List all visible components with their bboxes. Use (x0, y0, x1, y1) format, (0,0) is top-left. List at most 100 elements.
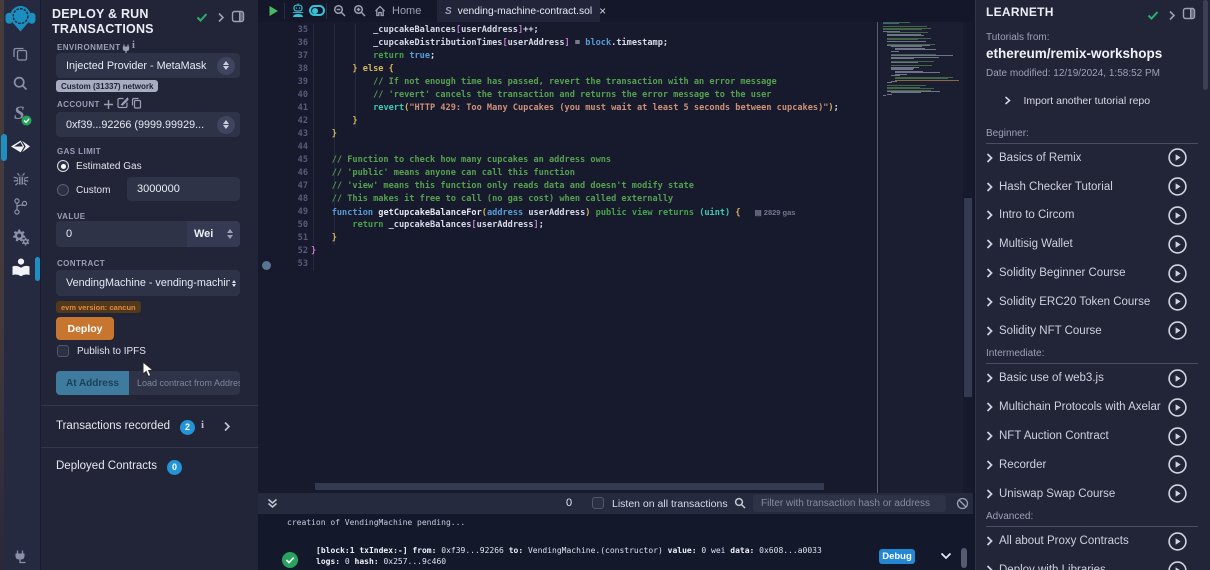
learneth-pin-icon[interactable] (1182, 7, 1196, 25)
contract-value: VendingMachine - vending-machin (66, 277, 230, 289)
play-tutorial-icon[interactable] (1168, 235, 1187, 254)
transactions-expand-icon[interactable] (223, 421, 231, 432)
play-tutorial-icon[interactable] (1168, 369, 1187, 388)
breakpoint-dot[interactable] (262, 261, 271, 270)
play-tutorial-icon[interactable] (1168, 206, 1187, 225)
listen-checkbox[interactable] (592, 497, 604, 509)
debug-button[interactable]: Debug (879, 549, 915, 564)
tutorial-item[interactable]: Recorder (986, 450, 1198, 479)
tutorial-item-label: All about Proxy Contracts (999, 535, 1129, 547)
tutorial-item[interactable]: Hash Checker Tutorial (986, 172, 1198, 201)
estimated-gas-radio[interactable] (57, 160, 69, 172)
play-tutorial-icon[interactable] (1168, 177, 1187, 196)
log-expand-icon[interactable] (940, 552, 952, 560)
environment-info-icon[interactable]: i (132, 40, 135, 51)
zoom-out-icon[interactable] (333, 4, 346, 17)
contract-select-caret (232, 280, 236, 287)
tutorial-item[interactable]: Solidity NFT Course (986, 316, 1198, 345)
terminal-tx-log[interactable]: [block:1 txIndex:-] from: 0xf39...92266 … (316, 545, 876, 567)
clear-console-icon[interactable] (956, 497, 969, 510)
environment-select[interactable]: Injected Provider - MetaMask (56, 53, 240, 78)
editor-vertical-scrollbar[interactable] (964, 198, 972, 397)
ai-copilot-toggle[interactable] (309, 5, 325, 16)
run-script-icon[interactable] (268, 5, 279, 17)
publish-ipfs-checkbox[interactable] (57, 345, 69, 357)
learneth-expand-icon[interactable] (1168, 8, 1176, 26)
value-unit-select[interactable]: Wei (187, 221, 240, 247)
tutorial-item-label: Deploy with Libraries (999, 564, 1106, 570)
terminal-filter-input[interactable]: Filter with transaction hash or address (753, 495, 946, 512)
value-input[interactable]: 0 (56, 221, 187, 247)
play-tutorial-icon[interactable] (1168, 148, 1187, 167)
terminal-collapse-icon[interactable] (267, 498, 278, 509)
import-repo-row[interactable]: Import another tutorial repo (1004, 91, 1150, 109)
tutorial-item[interactable]: Deploy with Libraries (986, 556, 1198, 570)
play-tutorial-icon[interactable] (1168, 292, 1187, 311)
account-select[interactable]: 0xf39...92266 (9999.99929... (56, 112, 240, 137)
tutorial-item-label: Recorder (999, 459, 1046, 471)
play-tutorial-icon[interactable] (1168, 264, 1187, 283)
play-tutorial-icon[interactable] (1168, 321, 1187, 340)
section-label: Intermediate: (986, 345, 1198, 364)
plugin-manager-icon[interactable] (0, 227, 41, 247)
play-tutorial-icon[interactable] (1168, 455, 1187, 474)
custom-gas-input[interactable]: 3000000 (127, 177, 240, 201)
contract-select[interactable]: VendingMachine - vending-machin (56, 270, 240, 296)
solidity-compiler-icon[interactable]: S (0, 101, 41, 127)
ai-assistant-robot-icon[interactable] (292, 3, 304, 18)
line-number: 40 (258, 89, 308, 102)
tutorials-from-label: Tutorials from: (986, 32, 1050, 43)
search-icon[interactable] (0, 75, 41, 92)
terminal-scrollbar[interactable] (961, 548, 967, 568)
environment-select-caret (217, 57, 235, 75)
value-unit: Wei (194, 228, 213, 240)
chevron-right-icon (986, 210, 993, 220)
panel-expand-icon[interactable] (217, 10, 225, 28)
tutorial-item[interactable]: All about Proxy Contracts (986, 527, 1198, 556)
tutorial-item[interactable]: Basics of Remix (986, 144, 1198, 173)
network-badge: Custom (31337) network (56, 80, 158, 92)
custom-gas-label: Custom (76, 185, 110, 196)
learneth-icon[interactable] (0, 257, 41, 277)
transactions-recorded-row[interactable]: Transactions recorded 2 i (41, 405, 258, 447)
tutorial-item-label: Uniswap Swap Course (999, 488, 1115, 500)
tab-home[interactable]: Home (374, 0, 421, 22)
play-tutorial-icon[interactable] (1168, 398, 1187, 417)
zoom-in-icon[interactable] (353, 4, 366, 17)
tutorial-item[interactable]: Multisig Wallet (986, 230, 1198, 259)
play-tutorial-icon[interactable] (1168, 427, 1187, 446)
account-value: 0xf39...92266 (9999.99929... (66, 119, 204, 131)
tab-vending-machine-contract[interactable]: S vending-machine-contract.sol × (437, 0, 600, 22)
debugger-icon[interactable] (0, 170, 41, 188)
tutorial-item[interactable]: NFT Auction Contract (986, 422, 1198, 451)
remix-logo[interactable] (0, 4, 41, 32)
file-explorer-icon[interactable] (0, 44, 41, 62)
code-line-45: 45 // Function to check how many cupcake… (258, 154, 839, 167)
code-line-48: 48 // This makes it free to call (no gas… (258, 193, 839, 206)
deploy-run-icon[interactable] (0, 137, 41, 156)
publish-ipfs-label: Publish to IPFS (77, 346, 146, 357)
play-tutorial-icon[interactable] (1168, 532, 1187, 551)
minimap[interactable] (880, 22, 963, 493)
transactions-info-icon[interactable]: i (201, 419, 204, 431)
deployed-contracts-row[interactable]: Deployed Contracts 0 (41, 447, 258, 570)
tutorial-item[interactable]: Basic use of web3.js (986, 364, 1198, 393)
tutorial-item[interactable]: Uniswap Swap Course (986, 479, 1198, 508)
deploy-button[interactable]: Deploy (56, 317, 114, 340)
close-tab-icon[interactable]: × (599, 4, 606, 18)
tutorial-item[interactable]: Intro to Circom (986, 201, 1198, 230)
source-control-icon[interactable] (0, 197, 41, 216)
tutorial-item[interactable]: Multichain Protocols with Axelar (986, 393, 1198, 422)
learneth-check-icon (1147, 8, 1159, 26)
custom-gas-radio[interactable] (57, 184, 69, 196)
tutorial-item[interactable]: Solidity ERC20 Token Course (986, 287, 1198, 316)
panel-pin-icon[interactable] (231, 10, 245, 28)
play-tutorial-icon[interactable] (1168, 561, 1187, 570)
code-editor[interactable]: 35 _cupcakeBalances[userAddress]++;36 _c… (258, 22, 973, 493)
learneth-scrollbar[interactable] (1203, 0, 1208, 90)
at-address-button[interactable]: At Address (56, 371, 129, 395)
play-tutorial-icon[interactable] (1168, 484, 1187, 503)
tutorial-item[interactable]: Solidity Beginner Course (986, 259, 1198, 288)
plugin-connect-icon[interactable] (0, 548, 41, 564)
editor-horizontal-scrollbar[interactable] (315, 483, 824, 490)
